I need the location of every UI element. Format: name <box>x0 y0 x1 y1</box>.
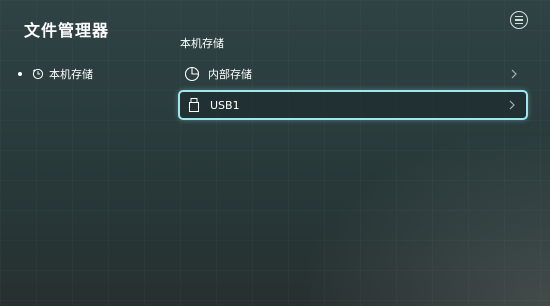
clock-storage-icon <box>32 68 44 80</box>
chevron-right-icon <box>510 69 518 79</box>
sidebar-item-local-storage[interactable]: 本机存储 <box>18 66 93 82</box>
storage-item-label: USB1 <box>210 98 240 112</box>
usb-drive-icon <box>186 97 202 113</box>
menu-icon <box>515 16 523 18</box>
section-title: 本机存储 <box>180 37 224 50</box>
storage-item-internal[interactable]: 内部存储 <box>178 59 528 89</box>
storage-item-usb1[interactable]: USB1 <box>178 90 528 120</box>
app-title: 文件管理器 <box>24 21 110 40</box>
sidebar-item-label: 本机存储 <box>49 68 93 81</box>
background-grid <box>0 0 550 306</box>
background-glow <box>310 136 550 306</box>
selected-bullet-icon <box>18 72 22 76</box>
menu-button[interactable] <box>510 11 528 29</box>
pie-chart-icon <box>184 66 200 82</box>
chevron-right-icon <box>508 100 516 110</box>
storage-item-label: 内部存储 <box>208 68 252 81</box>
